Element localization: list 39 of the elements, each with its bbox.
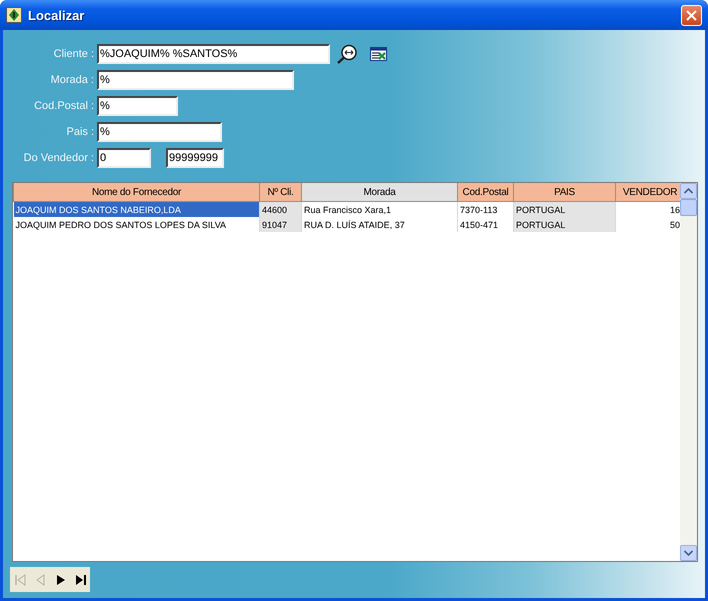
scroll-thumb[interactable] (680, 199, 697, 216)
column-header[interactable]: PAIS (514, 183, 616, 202)
chevron-up-icon (684, 188, 693, 194)
search-icon[interactable] (336, 44, 358, 64)
column-header[interactable]: Nome do Fornecedor (14, 183, 260, 202)
table-cell[interactable]: 91047 (260, 217, 302, 232)
column-header[interactable]: Morada (302, 183, 458, 202)
input-field[interactable]: % (97, 122, 222, 142)
column-header[interactable]: VENDEDOR (616, 183, 680, 202)
table-cell[interactable]: RUA D. LUÍS ATAIDE, 37 (302, 217, 458, 232)
table-cell[interactable]: Rua Francisco Xara,1 (302, 202, 458, 217)
column-header[interactable]: Cod.Postal (458, 183, 514, 202)
last-icon (74, 572, 86, 586)
table-cell[interactable]: JOAQUIM DOS SANTOS NABEIRO,LDA (14, 202, 260, 217)
input-field[interactable]: 0 (97, 148, 151, 168)
app-icon (6, 7, 22, 23)
field-label: Pais : (65, 126, 95, 138)
table-cell[interactable]: PORTUGAL (514, 202, 616, 217)
chevron-down-icon (684, 550, 693, 556)
input-field[interactable]: %JOAQUIM% %SANTOS% (97, 44, 330, 64)
scroll-down-button[interactable] (680, 545, 697, 561)
window-title: Localizar (28, 8, 86, 22)
input-field[interactable]: % (97, 70, 294, 90)
scroll-up-button[interactable] (680, 183, 697, 199)
field-label: Do Vendedor : (22, 152, 95, 164)
vertical-scrollbar[interactable] (680, 183, 697, 561)
close-icon (686, 10, 697, 20)
input-field[interactable]: % (97, 96, 178, 116)
field-label: Morada : (50, 74, 95, 86)
grid-icon[interactable] (370, 47, 387, 61)
field-label: Cliente : (52, 48, 95, 60)
first-icon (14, 572, 26, 586)
table-cell[interactable]: PORTUGAL (514, 217, 616, 232)
field-label: Cod.Postal : (33, 100, 95, 112)
prev-icon (34, 572, 46, 586)
input-field[interactable]: 99999999 (166, 148, 224, 168)
close-button[interactable] (681, 4, 702, 26)
column-header[interactable]: Nº Cli. (260, 183, 302, 202)
table-cell[interactable]: 44600 (260, 202, 302, 217)
